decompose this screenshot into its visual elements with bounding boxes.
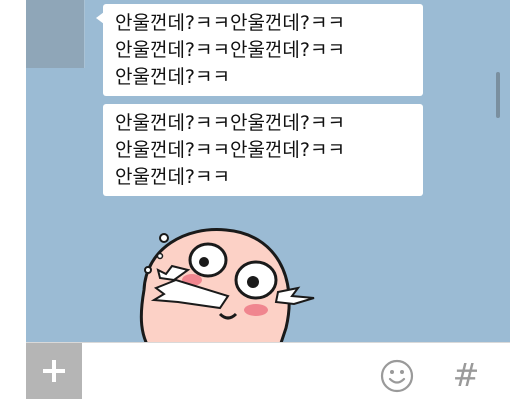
smiley-icon[interactable] <box>380 359 414 393</box>
message-bubble[interactable]: 안울껀데?ㅋㅋ안울껀데?ㅋㅋ 안울껀데?ㅋㅋ안울껀데?ㅋㅋ 안울껀데?ㅋㅋ <box>103 104 423 196</box>
hashtag-search-button[interactable]: # <box>451 355 481 395</box>
chat-message-area[interactable]: 안울껀데?ㅋㅋ안울껀데?ㅋㅋ 안울껀데?ㅋㅋ안울껀데?ㅋㅋ 안울껀데?ㅋㅋ 안울… <box>26 0 510 342</box>
plus-icon <box>43 360 65 382</box>
message-input-bar[interactable]: # <box>26 342 510 412</box>
scrollbar[interactable] <box>496 72 500 118</box>
add-attachment-button[interactable] <box>26 343 82 399</box>
chat-window: 안울껀데?ㅋㅋ안울껀데?ㅋㅋ 안울껀데?ㅋㅋ안울껀데?ㅋㅋ 안울껀데?ㅋㅋ 안울… <box>0 0 522 412</box>
avatar[interactable] <box>26 0 85 68</box>
message-bubble[interactable]: 안울껀데?ㅋㅋ안울껀데?ㅋㅋ 안울껀데?ㅋㅋ안울껀데?ㅋㅋ 안울껀데?ㅋㅋ <box>96 4 423 96</box>
crying-peach-sticker-icon[interactable] <box>116 218 316 342</box>
